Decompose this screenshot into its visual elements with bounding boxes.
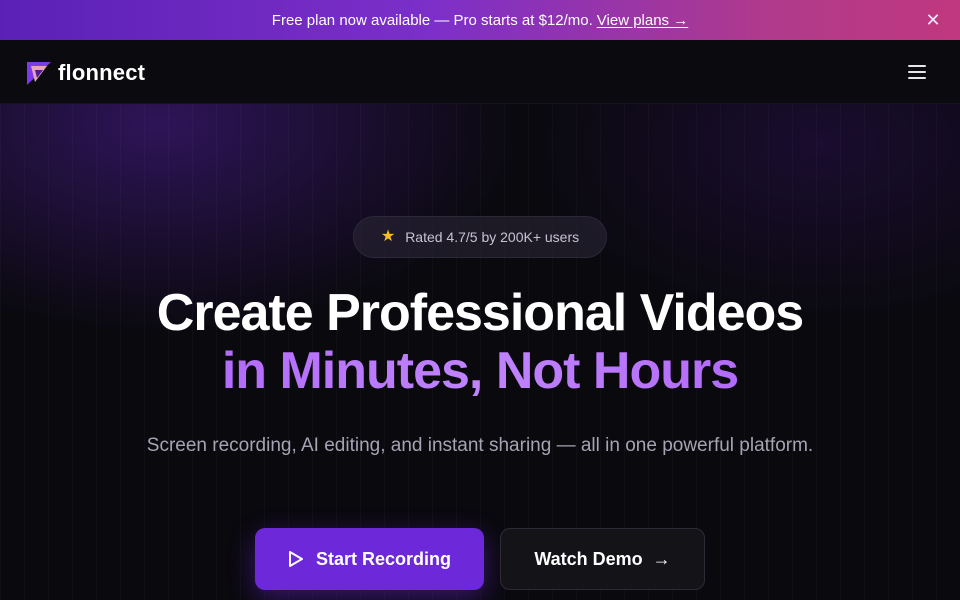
headline-line-2: in Minutes, Not Hours xyxy=(0,342,960,400)
flonnect-logo-icon xyxy=(27,62,51,85)
watch-demo-button[interactable]: Watch Demo → xyxy=(500,528,705,590)
hero-headline: Create Professional Videos in Minutes, N… xyxy=(0,284,960,400)
star-icon: ★ xyxy=(380,228,396,245)
hero-subheadline: Screen recording, AI editing, and instan… xyxy=(146,435,814,456)
top-nav: flonnect xyxy=(0,40,960,104)
hamburger-menu-icon[interactable] xyxy=(908,63,926,81)
rating-badge: ★ Rated 4.7/5 by 200K+ users xyxy=(353,216,607,258)
rating-text: Rated 4.7/5 by 200K+ users xyxy=(405,229,580,245)
brand-logo[interactable]: flonnect xyxy=(26,60,145,86)
start-recording-label: Start Recording xyxy=(315,548,452,569)
view-plans-link[interactable]: View plans → xyxy=(597,12,688,29)
watch-demo-label: Watch Demo xyxy=(534,548,643,569)
close-icon[interactable]: ✕ xyxy=(924,10,942,30)
announcement-text: Free plan now available — Pro starts at … xyxy=(271,11,593,29)
announcement-bar: Free plan now available — Pro starts at … xyxy=(0,0,960,40)
play-icon xyxy=(288,551,303,567)
arrow-right-icon: → xyxy=(652,548,671,569)
hero-section: ★ Rated 4.7/5 by 200K+ users Create Prof… xyxy=(0,104,960,600)
headline-line-1: Create Professional Videos xyxy=(156,284,804,342)
start-recording-button[interactable]: Start Recording xyxy=(255,528,484,590)
brand-name: flonnect xyxy=(58,60,146,85)
